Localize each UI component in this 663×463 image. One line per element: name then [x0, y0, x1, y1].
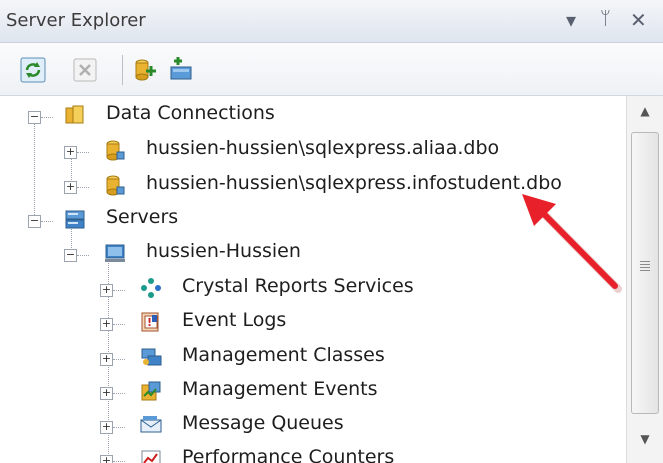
expand-toggle[interactable]: +	[64, 181, 77, 194]
collapse-toggle[interactable]: −	[28, 215, 41, 228]
panel-title: Server Explorer	[6, 10, 146, 31]
vertical-scrollbar[interactable]: ▲ ▼	[626, 96, 663, 463]
tree-label: hussien-Hussien	[146, 240, 301, 262]
expand-toggle[interactable]: +	[64, 146, 77, 159]
data-connections-icon	[65, 105, 84, 124]
connect-to-database-icon[interactable]	[132, 57, 158, 83]
crystal-reports-icon	[141, 278, 161, 298]
toolbar	[0, 43, 663, 96]
database-icon	[106, 175, 125, 196]
tree-connector	[113, 359, 125, 360]
database-icon	[106, 140, 125, 161]
tree-label: Management Events	[182, 378, 378, 400]
svg-text:!: !	[147, 316, 152, 329]
tree-label: Servers	[106, 206, 179, 228]
tree-connector	[41, 117, 53, 118]
tree-label: Message Queues	[182, 412, 344, 434]
expand-toggle[interactable]: +	[100, 387, 113, 400]
refresh-icon[interactable]	[20, 57, 46, 83]
management-events-icon	[141, 381, 161, 401]
scroll-up-arrow-icon[interactable]: ▲	[627, 104, 663, 126]
scroll-grip-icon	[640, 261, 650, 273]
scroll-down-arrow-icon[interactable]: ▼	[627, 432, 663, 454]
tree-connector	[41, 221, 53, 222]
tree-node-service[interactable]: + Message Queues	[0, 408, 600, 442]
tree-connector	[113, 290, 125, 291]
close-icon[interactable]: ✕	[630, 8, 647, 32]
message-queues-icon	[140, 416, 162, 433]
collapse-toggle[interactable]: −	[28, 111, 41, 124]
tree-connector	[113, 324, 125, 325]
tree-node-service[interactable]: + Performance Counters	[0, 442, 600, 463]
auto-hide-pin-icon[interactable]: ᛘ	[600, 8, 611, 29]
tree-label: Crystal Reports Services	[182, 275, 414, 297]
tree-label: Management Classes	[182, 344, 385, 366]
tree-label: hussien-hussien\sqlexpress.infostudent.d…	[146, 172, 562, 194]
connect-to-server-icon[interactable]	[168, 57, 194, 83]
expand-toggle[interactable]: +	[100, 284, 113, 297]
management-classes-icon	[141, 348, 162, 366]
stop-refresh-icon[interactable]	[72, 57, 98, 83]
tree-node-connection[interactable]: + hussien-hussien\sqlexpress.aliaa.dbo	[0, 133, 600, 167]
tree-node-data-connections[interactable]: − Data Connections	[0, 99, 600, 133]
tree-node-service[interactable]: + ! Event Logs	[0, 305, 600, 339]
servers-icon	[65, 210, 85, 229]
tree-node-service[interactable]: + Management Classes	[0, 340, 600, 374]
tree-label: Event Logs	[182, 309, 287, 331]
tree-label: hussien-hussien\sqlexpress.aliaa.dbo	[146, 137, 500, 159]
tree-label: Performance Counters	[182, 446, 395, 463]
window-position-dropdown-icon[interactable]: ▾	[566, 8, 576, 32]
event-logs-icon: !	[141, 312, 159, 332]
expand-toggle[interactable]: +	[100, 318, 113, 331]
toolbar-separator	[122, 55, 123, 85]
computer-icon	[105, 244, 125, 262]
tree-connector	[113, 427, 125, 428]
scroll-thumb[interactable]	[631, 132, 659, 414]
tree-connector	[77, 187, 89, 188]
tree-connector	[113, 461, 125, 462]
expand-toggle[interactable]: +	[100, 353, 113, 366]
tree-node-service[interactable]: + Management Events	[0, 374, 600, 408]
expand-toggle[interactable]: +	[100, 421, 113, 434]
tree-connector	[77, 255, 89, 256]
collapse-toggle[interactable]: −	[64, 249, 77, 262]
expand-toggle[interactable]: +	[100, 455, 113, 463]
tree-connector	[113, 393, 125, 394]
performance-counters-icon	[141, 450, 161, 463]
tree-label: Data Connections	[106, 102, 275, 124]
red-annotation-arrow-icon	[522, 194, 622, 293]
tree-connector	[77, 152, 89, 153]
title-bar: Server Explorer ▾ ᛘ ✕	[0, 0, 663, 43]
